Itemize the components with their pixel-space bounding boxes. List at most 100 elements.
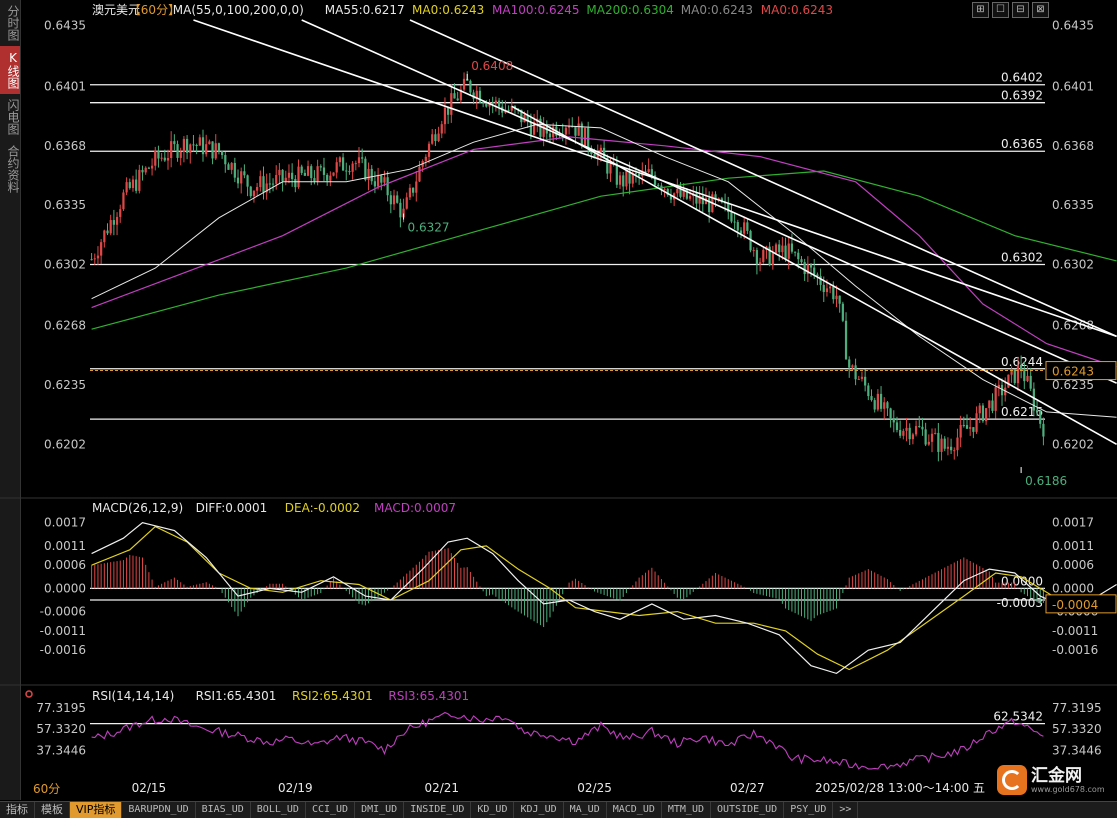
indicator-tab-6[interactable]: CCI_UD bbox=[306, 802, 356, 818]
candle-body-30 bbox=[185, 138, 189, 153]
chart-area[interactable]: 澳元美元【60分】MA(55,0,100,200,0,0) MA55:0.6217… bbox=[0, 0, 1117, 800]
candle-body-240 bbox=[854, 365, 857, 380]
candle-body-105 bbox=[424, 156, 427, 162]
candle-body-266 bbox=[937, 432, 940, 452]
candle-body-131 bbox=[507, 109, 510, 111]
support-level-label-3: 0.6302 bbox=[1001, 250, 1043, 264]
indicator-tab-8[interactable]: INSIDE_UD bbox=[404, 802, 472, 818]
macd-ytick-left-4: -0.0006 bbox=[40, 605, 86, 619]
candle-body-113 bbox=[450, 93, 453, 115]
macd-ytick-left-2: 0.0006 bbox=[44, 558, 86, 572]
candle-body-241 bbox=[857, 378, 860, 380]
rsi-legend-2: RSI2:65.4301 bbox=[292, 689, 373, 703]
indicator-tab-13[interactable]: MTM_UD bbox=[662, 802, 711, 818]
candle-body-37 bbox=[208, 141, 211, 145]
candle-body-86 bbox=[364, 158, 367, 180]
indicator-tab-9[interactable]: KD_UD bbox=[471, 802, 515, 818]
candle-body-20 bbox=[154, 150, 157, 166]
candle-body-108 bbox=[434, 134, 437, 142]
candle-body-53 bbox=[259, 176, 262, 187]
rsi-level-label-0: 62.5342 bbox=[993, 710, 1043, 724]
candle-body-48 bbox=[243, 171, 246, 176]
candle-body-68 bbox=[306, 166, 310, 176]
support-level-label-1: 0.6392 bbox=[1001, 89, 1043, 103]
indicator-tab-2[interactable]: VIP指标 bbox=[70, 802, 123, 818]
candle-body-43 bbox=[227, 164, 230, 170]
candle-body-89 bbox=[373, 181, 377, 187]
support-level-label-0: 0.6402 bbox=[1001, 71, 1043, 85]
window-control-icon-2[interactable]: ⊟ bbox=[1012, 2, 1029, 18]
window-control-icon-3[interactable]: ⊠ bbox=[1032, 2, 1049, 18]
candle-body-92 bbox=[383, 177, 386, 183]
window-control-icon-0[interactable]: ⊞ bbox=[972, 2, 989, 18]
candle-body-2 bbox=[96, 255, 100, 259]
window-control-icon-1[interactable]: ☐ bbox=[992, 2, 1009, 18]
rsi-ytick-left-0: 77.3195 bbox=[36, 701, 86, 715]
indicator-tab-0[interactable]: 指标 bbox=[0, 802, 35, 818]
candle-body-138 bbox=[529, 122, 533, 135]
candle-body-254 bbox=[899, 429, 902, 436]
candle-body-167 bbox=[622, 175, 625, 187]
macd-ytick-left-3: 0.0000 bbox=[44, 581, 86, 595]
indicator-tab-16[interactable]: >> bbox=[833, 802, 859, 818]
period-selector[interactable]: 60分 bbox=[33, 780, 60, 797]
candle-body-71 bbox=[316, 166, 319, 182]
candle-body-296 bbox=[1032, 388, 1035, 411]
candle-body-27 bbox=[176, 144, 179, 158]
candle-body-100 bbox=[408, 187, 412, 198]
price-legend-8: MA0:0.6243 bbox=[761, 3, 833, 17]
logo-text: 汇金网 bbox=[1031, 765, 1082, 786]
candle-body-230 bbox=[822, 284, 825, 293]
candle-body-246 bbox=[873, 400, 876, 410]
candle-body-245 bbox=[870, 396, 873, 401]
macd-level-label-1: -0.0003 bbox=[997, 596, 1043, 610]
candle-body-290 bbox=[1013, 369, 1016, 384]
candle-body-97 bbox=[399, 202, 402, 218]
candle-body-247 bbox=[876, 393, 879, 410]
candle-body-222 bbox=[797, 252, 800, 260]
candle-body-54 bbox=[262, 176, 265, 193]
price-ytick-right-7: 0.6202 bbox=[1052, 437, 1094, 451]
candle-body-194 bbox=[708, 198, 711, 213]
candle-body-219 bbox=[787, 243, 790, 259]
candle-body-185 bbox=[679, 188, 682, 197]
candle-body-127 bbox=[494, 100, 497, 104]
indicator-tab-7[interactable]: DMI_UD bbox=[355, 802, 405, 818]
candle-body-231 bbox=[825, 288, 829, 293]
indicator-tab-5[interactable]: BOLL_UD bbox=[251, 802, 306, 818]
extreme-label-1: 0.6327 bbox=[408, 221, 450, 235]
candle-body-279 bbox=[978, 405, 981, 414]
indicator-tab-11[interactable]: MA_UD bbox=[564, 802, 607, 818]
price-ytick-left-4: 0.6302 bbox=[44, 257, 86, 271]
indicator-tab-4[interactable]: BIAS_UD bbox=[196, 802, 251, 818]
candle-body-176 bbox=[650, 169, 653, 176]
candle-body-60 bbox=[281, 169, 284, 181]
macd-ytick-right-6: -0.0016 bbox=[1052, 643, 1098, 657]
candle-body-12 bbox=[128, 182, 131, 188]
candle-body-40 bbox=[217, 143, 221, 152]
candle-body-23 bbox=[163, 157, 166, 161]
candle-body-59 bbox=[278, 169, 281, 176]
candle-body-126 bbox=[491, 102, 494, 104]
rsi-legend-3: RSI3:65.4301 bbox=[388, 689, 469, 703]
macd-ytick-right-3: 0.0000 bbox=[1052, 581, 1094, 595]
indicator-tab-3[interactable]: BARUPDN_UD bbox=[122, 802, 196, 818]
indicator-tab-1[interactable]: 模板 bbox=[35, 802, 70, 818]
candle-body-226 bbox=[809, 264, 813, 268]
trend-channel-line-1 bbox=[301, 19, 1117, 384]
candle-body-142 bbox=[542, 124, 545, 137]
candle-body-257 bbox=[908, 427, 911, 440]
candle-body-205 bbox=[743, 222, 746, 234]
candle-body-275 bbox=[965, 425, 969, 429]
candle-body-128 bbox=[497, 100, 501, 107]
candle-body-35 bbox=[201, 137, 205, 155]
indicator-tab-14[interactable]: OUTSIDE_UD bbox=[711, 802, 785, 818]
macd-legend-3: MACD:0.0007 bbox=[374, 501, 456, 515]
candle-body-115 bbox=[456, 98, 459, 101]
current-price-label: 0.6243 bbox=[1052, 365, 1094, 379]
indicator-tab-15[interactable]: PSY_UD bbox=[784, 802, 834, 818]
indicator-tab-12[interactable]: MACD_UD bbox=[607, 802, 662, 818]
candle-body-67 bbox=[303, 172, 306, 176]
indicator-tab-10[interactable]: KDJ_UD bbox=[514, 802, 564, 818]
rsi-line bbox=[91, 711, 1044, 770]
